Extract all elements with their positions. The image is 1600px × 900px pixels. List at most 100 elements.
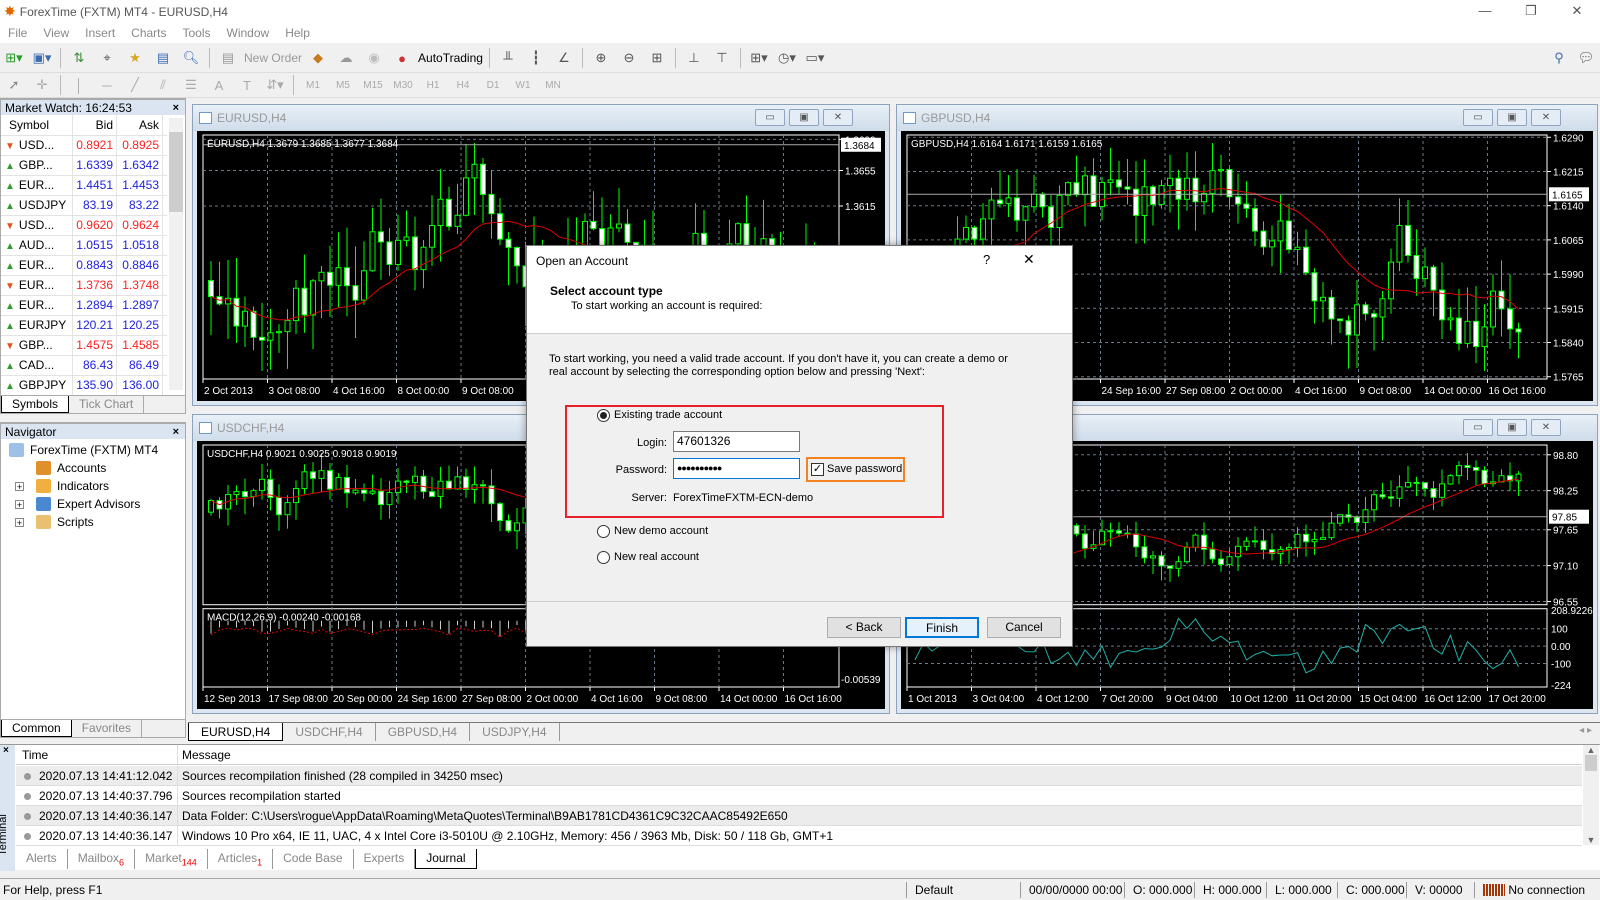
chart-tab-usdjpy-h4[interactable]: USDJPY,H4: [470, 723, 560, 741]
chart-close-button[interactable]: ✕: [1531, 109, 1561, 126]
chart-maximize-button[interactable]: ▣: [1497, 419, 1527, 436]
crosshair-icon[interactable]: ✛: [30, 74, 54, 96]
market-watch-row[interactable]: ▲ EUR... 1.4451 1.4453: [1, 176, 167, 196]
horizontal-line-icon[interactable]: ─: [95, 74, 119, 96]
timeframe-h4[interactable]: H4: [450, 74, 476, 96]
market-watch-row[interactable]: ▼ EUR... 1.3736 1.3748: [1, 276, 167, 296]
scrollbar[interactable]: ▲ ▼: [1583, 745, 1599, 845]
chart-minimize-button[interactable]: ▭: [755, 109, 785, 126]
back-button[interactable]: < Back: [827, 617, 901, 638]
journal-row[interactable]: 2020.07.13 14:40:37.796 Sources recompila…: [16, 786, 1582, 806]
autoscroll-icon[interactable]: ⊤: [710, 47, 734, 69]
chart-maximize-button[interactable]: ▣: [1497, 109, 1527, 126]
market-watch-row[interactable]: ▲ AUD... 1.0515 1.0518: [1, 236, 167, 256]
navigator-item-accounts[interactable]: Accounts: [1, 459, 185, 477]
market-watch-row[interactable]: ▲ EUR... 0.8843 0.8846: [1, 256, 167, 276]
close-window-button[interactable]: ✕: [1554, 0, 1600, 23]
minimize-button[interactable]: —: [1462, 0, 1508, 23]
bar-chart-icon[interactable]: ╨: [496, 47, 520, 69]
save-password-checkbox[interactable]: ✓: [811, 463, 824, 476]
chart-tab-usdchf-h4[interactable]: USDCHF,H4: [283, 723, 376, 741]
journal-row[interactable]: 2020.07.13 14:41:12.042 Sources recompila…: [16, 766, 1582, 786]
chart-maximize-button[interactable]: ▣: [789, 109, 819, 126]
market-watch-row[interactable]: ▼ GBP... 1.4575 1.4585: [1, 336, 167, 356]
tab-favorites[interactable]: Favorites: [72, 720, 143, 737]
existing-account-label[interactable]: Existing trade account: [614, 409, 722, 421]
market-watch-row[interactable]: ▲ CAD... 86.43 86.49: [1, 356, 167, 376]
text-label-icon[interactable]: T: [235, 74, 259, 96]
expand-icon[interactable]: +: [15, 499, 24, 509]
fibonacci-icon[interactable]: ☰: [179, 74, 203, 96]
arrows-icon[interactable]: ⇵▾: [263, 74, 287, 96]
menu-view[interactable]: View: [43, 26, 69, 40]
close-icon[interactable]: ×: [3, 745, 9, 756]
chart-tab-gbpusd-h4[interactable]: GBPUSD,H4: [376, 723, 471, 741]
profiles-icon[interactable]: ▣▾: [30, 47, 54, 69]
navigator-item-scripts[interactable]: + Scripts: [1, 513, 185, 531]
new-demo-account-radio[interactable]: [597, 525, 610, 538]
login-input[interactable]: 47601326: [673, 431, 800, 452]
new-real-account-label[interactable]: New real account: [614, 551, 699, 563]
timeframe-m30[interactable]: M30: [390, 74, 416, 96]
save-password-label[interactable]: Save password: [827, 463, 902, 475]
timeframe-m1[interactable]: M1: [300, 74, 326, 96]
vertical-line-icon[interactable]: │: [67, 74, 91, 96]
search-icon[interactable]: ⚲: [1547, 47, 1571, 69]
zoom-out-icon[interactable]: ⊖: [617, 47, 641, 69]
journal-row[interactable]: 2020.07.13 14:40:36.147 Data Folder: C:\U…: [16, 806, 1582, 826]
market-watch-row[interactable]: ▲ EURJPY 120.21 120.25: [1, 316, 167, 336]
chart-minimize-button[interactable]: ▭: [1463, 419, 1493, 436]
periods-icon[interactable]: ◷▾: [775, 47, 799, 69]
terminal-tab-market[interactable]: Market144: [135, 849, 208, 869]
market-watch-row[interactable]: ▲ USDJPY 83.19 83.22: [1, 196, 167, 216]
menu-file[interactable]: File: [8, 26, 27, 40]
help-button[interactable]: ?: [983, 252, 990, 267]
terminal-tab-alerts[interactable]: Alerts: [16, 849, 68, 869]
new-order-icon[interactable]: ▤: [216, 47, 240, 69]
expand-icon[interactable]: +: [15, 481, 24, 491]
autotrading-button[interactable]: AutoTrading: [418, 47, 483, 69]
menu-window[interactable]: Window: [227, 26, 270, 40]
navigator-icon[interactable]: ★: [123, 47, 147, 69]
status-profile[interactable]: Default: [906, 882, 1020, 898]
new-order-button[interactable]: New Order: [244, 47, 302, 69]
password-input[interactable]: ●●●●●●●●●●: [673, 458, 800, 479]
timeframe-mn[interactable]: MN: [540, 74, 566, 96]
connection-status[interactable]: No connection: [1474, 882, 1585, 898]
cancel-button[interactable]: Cancel: [987, 617, 1061, 638]
text-icon[interactable]: A: [207, 74, 231, 96]
terminal-tab-mailbox[interactable]: Mailbox6: [68, 849, 136, 869]
market-icon[interactable]: ◉: [362, 47, 386, 69]
new-demo-account-label[interactable]: New demo account: [614, 525, 708, 537]
equidistant-channel-icon[interactable]: ⫽: [151, 74, 175, 96]
terminal-tab-articles[interactable]: Articles1: [208, 849, 274, 869]
trendline-icon[interactable]: ╱: [123, 74, 147, 96]
chart-close-button[interactable]: ✕: [1531, 419, 1561, 436]
journal-row[interactable]: 2020.07.13 14:40:36.147 Windows 10 Pro x6…: [16, 826, 1582, 846]
terminal-icon[interactable]: ▤: [151, 47, 175, 69]
terminal-tab-experts[interactable]: Experts: [354, 849, 416, 869]
market-watch-row[interactable]: ▲ GBPJPY 135.90 136.00: [1, 376, 167, 396]
new-chart-icon[interactable]: ⊞▾: [2, 47, 26, 69]
zoom-in-icon[interactable]: ⊕: [589, 47, 613, 69]
tab-symbols[interactable]: Symbols: [1, 396, 70, 413]
tab-tick-chart[interactable]: Tick Chart: [69, 396, 145, 413]
terminal-tab-code-base[interactable]: Code Base: [273, 849, 354, 869]
timeframe-d1[interactable]: D1: [480, 74, 506, 96]
line-chart-icon[interactable]: ∠: [552, 47, 576, 69]
navigator-root[interactable]: ForexTime (FXTM) MT4: [1, 441, 185, 459]
timeframe-w1[interactable]: W1: [510, 74, 536, 96]
menu-charts[interactable]: Charts: [131, 26, 166, 40]
scrollbar[interactable]: [169, 118, 183, 390]
chart-shift-icon[interactable]: ⊥: [682, 47, 706, 69]
close-icon[interactable]: ×: [173, 424, 179, 440]
menu-help[interactable]: Help: [285, 26, 310, 40]
autotrading-icon[interactable]: ●: [390, 47, 414, 69]
tab-common[interactable]: Common: [1, 720, 72, 737]
menu-insert[interactable]: Insert: [85, 26, 115, 40]
market-watch-row[interactable]: ▼ USD... 0.8921 0.8925: [1, 136, 167, 156]
close-icon[interactable]: ×: [173, 100, 179, 116]
expand-icon[interactable]: +: [15, 517, 24, 527]
chart-tab-eurusd-h4[interactable]: EURUSD,H4: [188, 723, 284, 741]
tab-scroll-arrows[interactable]: ◂ ▸: [1579, 725, 1592, 736]
